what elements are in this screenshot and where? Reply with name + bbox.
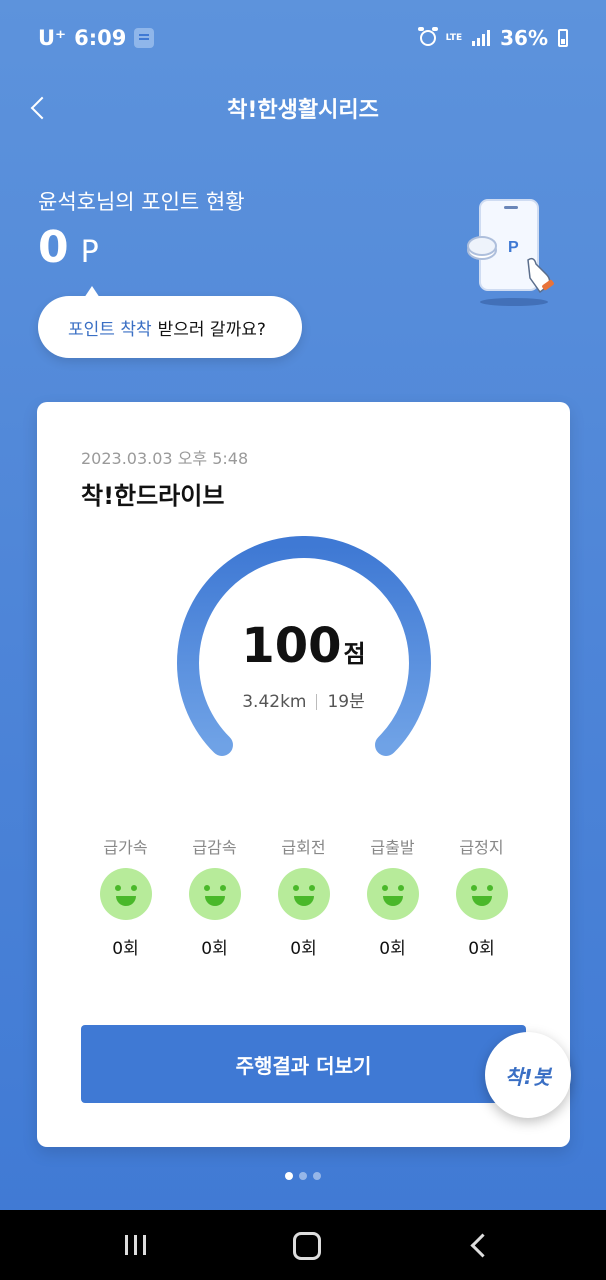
event-item: 급정지 0회 xyxy=(437,834,526,959)
battery-icon xyxy=(558,29,568,47)
chatbot-button[interactable]: 착!봇 xyxy=(485,1032,571,1118)
stats-divider xyxy=(316,694,318,710)
points-title: 윤석호님의 포인트 현황 xyxy=(38,190,245,214)
points-value: 0 P xyxy=(38,222,99,273)
trip-duration: 19분 xyxy=(327,692,365,712)
status-right: LTE 36% xyxy=(417,26,568,50)
trip-distance: 3.42km xyxy=(242,692,307,712)
battery-percent: 36% xyxy=(500,26,548,50)
trip-stats: 3.42km 19분 xyxy=(37,687,570,712)
svg-text:P: P xyxy=(508,239,519,256)
driving-events: 급가속 0회 급감속 0회 급회전 0회 급출발 0회 급정지 0회 xyxy=(81,834,526,959)
points-bubble[interactable]: 포인트 착착 받으러 갈까요? xyxy=(38,286,302,358)
carrier-label: U⁺ xyxy=(38,26,67,50)
recent-apps-button[interactable] xyxy=(91,1210,181,1280)
notification-app-icon xyxy=(134,28,155,48)
home-button[interactable] xyxy=(260,1210,350,1280)
signal-icon xyxy=(472,30,491,46)
page-indicator xyxy=(0,1172,606,1180)
drive-title: 착!한드라이브 xyxy=(81,482,225,510)
clock: 6:09 xyxy=(74,26,127,50)
score-unit: 점 xyxy=(343,640,366,668)
event-item: 급회전 0회 xyxy=(259,834,348,959)
event-count: 0회 xyxy=(201,939,228,959)
event-label: 급정지 xyxy=(459,838,504,857)
smiley-icon xyxy=(188,868,241,920)
event-label: 급가속 xyxy=(103,838,148,857)
status-bar: U⁺ 6:09 LTE 36% xyxy=(0,0,606,78)
more-results-button[interactable]: 주행결과 더보기 xyxy=(81,1025,526,1103)
alarm-icon xyxy=(417,27,438,46)
event-item: 급감속 0회 xyxy=(170,834,259,959)
drive-card: 2023.03.03 오후 5:48 착!한드라이브 100점 3.42km 19… xyxy=(37,402,570,1147)
event-count: 0회 xyxy=(379,939,406,959)
event-label: 급감속 xyxy=(192,838,237,857)
pager-dot[interactable] xyxy=(313,1172,321,1180)
event-count: 0회 xyxy=(290,939,317,959)
event-item: 급가속 0회 xyxy=(81,834,170,959)
drive-date: 2023.03.03 오후 5:48 xyxy=(81,449,249,468)
event-count: 0회 xyxy=(468,939,495,959)
pager-dot[interactable] xyxy=(285,1172,293,1180)
score-number: 100 xyxy=(241,618,342,674)
bubble-highlight: 포인트 착착 xyxy=(68,319,152,340)
system-back-button[interactable] xyxy=(430,1210,520,1280)
points-unit: P xyxy=(80,235,99,270)
smiley-icon xyxy=(277,868,330,920)
page-title: 착!한생활시리즈 xyxy=(227,98,379,123)
smiley-icon xyxy=(99,868,152,920)
bubble-text: 받으러 갈까요? xyxy=(157,319,266,340)
system-nav-bar xyxy=(0,1210,606,1280)
pager-dot[interactable] xyxy=(299,1172,307,1180)
status-left: U⁺ 6:09 xyxy=(38,26,155,50)
points-number: 0 xyxy=(38,222,69,273)
app-header: 착!한생활시리즈 xyxy=(0,80,606,136)
smiley-icon xyxy=(366,868,419,920)
smiley-icon xyxy=(455,868,508,920)
score: 100점 xyxy=(37,618,570,674)
event-label: 급회전 xyxy=(281,838,326,857)
event-count: 0회 xyxy=(112,939,139,959)
phone-points-icon: P xyxy=(467,199,554,306)
event-label: 급출발 xyxy=(370,838,415,857)
network-type: LTE xyxy=(445,32,463,43)
event-item: 급출발 0회 xyxy=(348,834,437,959)
